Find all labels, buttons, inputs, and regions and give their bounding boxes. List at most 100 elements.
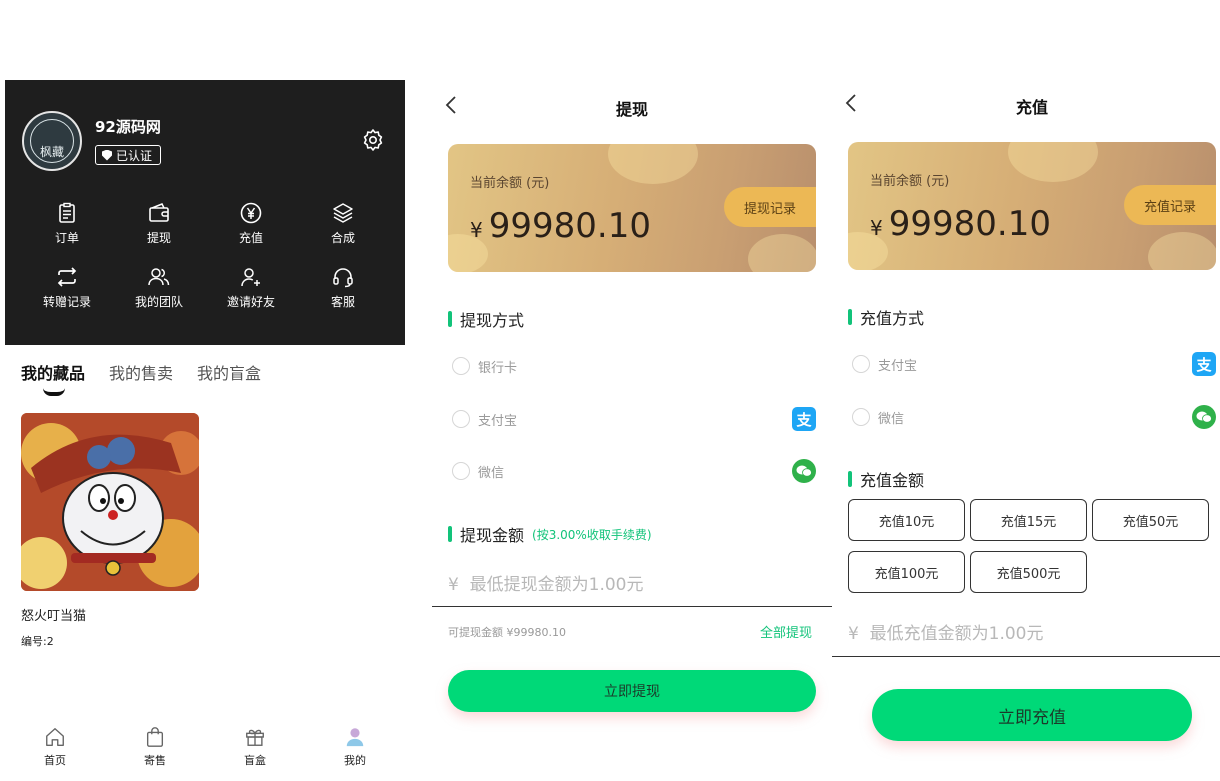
collectible-number: 编号:2 [21,635,54,648]
collectible-name: 怒火叮当猫 [21,609,87,624]
tab-my-collection[interactable]: 我的藏品 [21,360,85,384]
section-title-text: 充值方式 [860,309,925,328]
profile-header: 枫藏 92源码网 已认证 订单 提现 充值 合成 转赠记录 我的团队 邀请好友 … [5,80,405,345]
grid-label: 充值 [238,231,263,245]
method-label: 支付宝 [878,358,918,374]
withdraw-amount-input[interactable]: ¥ 最低提现金额为1.00元 [448,570,644,595]
recharge-records-button[interactable]: 充值记录 [1124,185,1216,225]
gift-icon [246,729,264,746]
radio-button[interactable] [452,462,470,480]
amount-option-50[interactable]: 充值50元 [1092,499,1209,541]
section-title-text: 充值金额 [860,471,925,490]
wallet-icon [149,203,169,222]
radio-button[interactable] [852,408,870,426]
grid-item-synthesis[interactable]: 合成 [305,201,381,246]
currency-symbol: ¥ [470,218,483,242]
verified-badge: 已认证 [95,145,162,165]
nav-item-consign[interactable]: 寄售 [125,726,185,768]
balance-value: 99980.10 [888,204,1051,244]
verified-label: 已认证 [116,148,153,163]
method-option-wechat[interactable]: 微信 [452,459,504,483]
amount-option-15[interactable]: 充值15元 [970,499,1087,541]
alipay-icon: 支 [792,407,816,431]
grid-item-my-team[interactable]: 我的团队 [121,265,197,310]
grid-item-invite-friends[interactable]: 邀请好友 [213,265,289,310]
balance-card: 当前余额 (元) ¥99980.10 充值记录 [848,142,1216,270]
balance-amount: ¥99980.10 [870,204,1051,244]
tab-my-blind-boxes[interactable]: 我的盲盒 [197,360,261,384]
method-label: 微信 [478,465,505,481]
doraemon-artwork-image [21,413,199,591]
balance-amount: ¥99980.10 [470,206,651,246]
nav-item-home[interactable]: 首页 [25,726,85,768]
headset-icon [333,268,353,288]
nav-label: 我的 [344,754,366,767]
balance-value: 99980.10 [488,206,651,246]
balance-label: 当前余额 (元) [870,174,950,189]
amount-option-10[interactable]: 充值10元 [848,499,965,541]
transfer-icon [57,267,77,287]
collectible-image[interactable] [21,413,199,591]
recharge-amount-input[interactable]: ¥ 最低充值金额为1.00元 [848,619,1044,644]
recharge-panel: 充值 当前余额 (元) ¥99980.10 充值记录 充值方式 支付宝 支 微信… [832,80,1220,780]
user-icon [346,728,364,747]
grid-item-transfer-records[interactable]: 转赠记录 [29,265,105,310]
available-amount: 可提现金额 ¥99980.10 [448,626,566,639]
collection-tabs: 我的藏品 我的售卖 我的盲盒 [21,360,261,384]
nav-label: 盲盒 [244,754,266,767]
grid-item-recharge[interactable]: 充值 [213,201,289,246]
nav-item-blind-box[interactable]: 盲盒 [225,726,285,768]
radio-button[interactable] [852,355,870,373]
method-option-alipay[interactable]: 支付宝 [852,352,917,376]
gear-icon[interactable] [361,128,385,152]
withdraw-panel: 提现 当前余额 (元) ¥99980.10 提现记录 提现方式 银行卡 支付宝 … [432,80,832,780]
method-option-alipay[interactable]: 支付宝 [452,407,517,431]
withdraw-amount-title: 提现金额 (按3.00%收取手续费) [448,522,652,546]
amount-option-100[interactable]: 充值100元 [848,551,965,593]
grid-label: 提现 [146,231,171,245]
currency-symbol: ¥ [448,575,459,595]
method-option-wechat[interactable]: 微信 [852,405,904,429]
input-underline [432,606,832,607]
tab-my-sales[interactable]: 我的售卖 [109,360,173,384]
grid-label: 我的团队 [134,295,183,309]
withdraw-all-link[interactable]: 全部提现 [760,622,812,641]
radio-button[interactable] [452,410,470,428]
grid-item-withdraw[interactable]: 提现 [121,201,197,246]
amount-placeholder: 最低充值金额为1.00元 [869,624,1044,644]
fee-hint: (按3.00%收取手续费) [532,527,652,542]
grid-item-orders[interactable]: 订单 [29,201,105,246]
back-arrow-icon[interactable] [444,95,458,115]
grid-label: 客服 [330,295,355,309]
invite-icon [241,268,260,287]
submit-withdraw-button[interactable]: 立即提现 [448,670,816,712]
amount-placeholder: 最低提现金额为1.00元 [469,575,644,595]
grid-label: 邀请好友 [226,295,275,309]
bag-icon [146,727,164,747]
nav-item-mine[interactable]: 我的 [325,726,385,768]
grid-label: 合成 [330,231,355,245]
wechat-icon [792,459,816,483]
back-arrow-icon[interactable] [844,93,858,113]
grid-label: 转赠记录 [42,295,91,309]
method-label: 银行卡 [478,360,518,376]
page-title: 充值 [1015,98,1048,117]
order-icon [59,202,75,223]
username: 92源码网 [95,118,161,136]
radio-button[interactable] [452,357,470,375]
recharge-amount-title: 充值金额 [848,467,924,491]
shield-icon [102,149,112,161]
method-label: 微信 [878,411,905,427]
withdraw-records-button[interactable]: 提现记录 [724,187,816,227]
profile-panel: 枫藏 92源码网 已认证 订单 提现 充值 合成 转赠记录 我的团队 邀请好友 … [5,80,405,781]
nav-label: 寄售 [144,754,166,767]
method-option-bank-card[interactable]: 银行卡 [452,354,517,378]
grid-item-customer-service[interactable]: 客服 [305,265,381,310]
submit-recharge-button[interactable]: 立即充值 [872,689,1192,741]
section-title-text: 提现方式 [460,311,525,330]
avatar[interactable]: 枫藏 [22,111,82,171]
amount-option-500[interactable]: 充值500元 [970,551,1087,593]
method-label: 支付宝 [478,413,518,429]
currency-symbol: ¥ [848,624,859,644]
team-icon [148,268,170,286]
